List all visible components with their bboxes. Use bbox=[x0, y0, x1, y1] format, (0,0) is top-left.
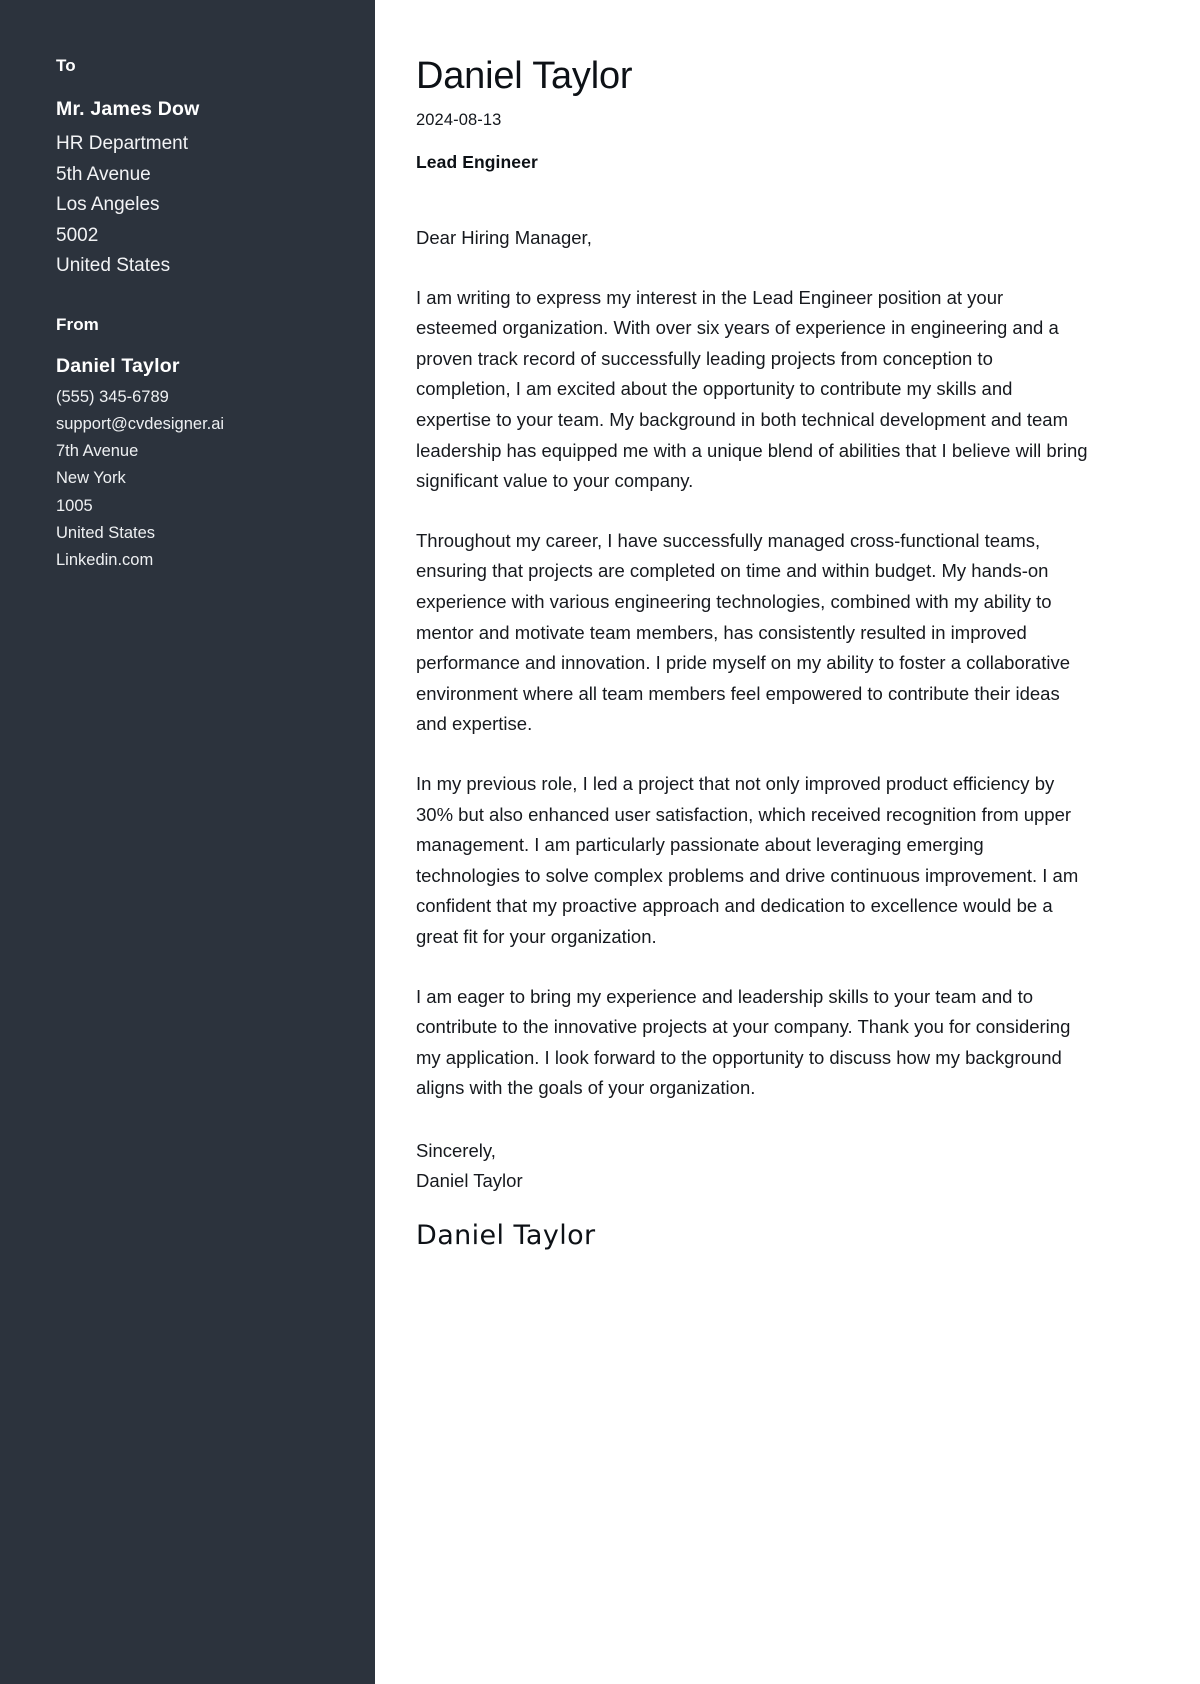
letter-paragraph: Throughout my career, I have successfull… bbox=[416, 529, 1070, 735]
letter-paragraph: In my previous role, I led a project tha… bbox=[416, 773, 1079, 947]
letter-paragraph: I am writing to express my interest in t… bbox=[416, 286, 1088, 492]
closing-name: Daniel Taylor bbox=[416, 1169, 523, 1191]
recipient-sender-sidebar: To Mr. James Dow HR Department 5th Avenu… bbox=[0, 0, 375, 1684]
sender-name: Daniel Taylor bbox=[56, 354, 180, 377]
letter-salutation: Dear Hiring Manager, bbox=[416, 226, 592, 248]
from-block: From Daniel Taylor (555) 345-6789 suppor… bbox=[56, 315, 375, 575]
closing-word: Sincerely, bbox=[416, 1139, 496, 1161]
letter-date: 2024-08-13 bbox=[416, 110, 502, 129]
sender-email: support@cvdesigner.ai bbox=[56, 414, 225, 433]
recipient-line: United States bbox=[56, 255, 171, 276]
recipient-line: 5th Avenue bbox=[56, 163, 151, 185]
from-label: From bbox=[56, 314, 99, 334]
recipient-line: 5002 bbox=[56, 224, 99, 246]
sender-linkedin: Linkedin.com bbox=[56, 551, 154, 570]
recipient-line: HR Department bbox=[56, 133, 188, 154]
letter-author-name: Daniel Taylor bbox=[416, 55, 633, 97]
sender-line: 7th Avenue bbox=[56, 442, 139, 461]
to-block: To Mr. James Dow HR Department 5th Avenu… bbox=[56, 56, 375, 282]
recipient-name: Mr. James Dow bbox=[56, 98, 200, 120]
cover-letter-body: Daniel Taylor 2024-08-13 Lead Engineer D… bbox=[375, 0, 1200, 1684]
letter-closing: Sincerely, Daniel Taylor bbox=[416, 1136, 1088, 1196]
letter-job-title: Lead Engineer bbox=[416, 151, 538, 172]
signature: Daniel Taylor bbox=[416, 1219, 596, 1251]
recipient-line: Los Angeles bbox=[56, 194, 160, 215]
sender-phone: (555) 345-6789 bbox=[56, 387, 169, 406]
sender-line: New York bbox=[56, 469, 126, 488]
sender-line: United States bbox=[56, 523, 156, 542]
letter-paragraph: I am eager to bring my experience and le… bbox=[416, 985, 1071, 1099]
to-label: To bbox=[56, 56, 76, 75]
sender-line: 1005 bbox=[56, 496, 93, 515]
